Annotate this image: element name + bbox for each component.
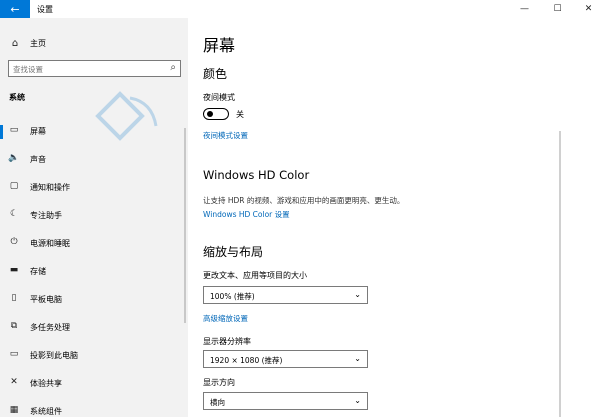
night-mode-settings-link[interactable]: 夜间模式设置: [203, 130, 248, 141]
chevron-down-icon: ⌄: [354, 396, 361, 405]
toggle-knob: [207, 111, 213, 117]
sidebar-item-tablet[interactable]: ▯ 平板电脑: [0, 290, 188, 310]
sidebar-item-monitor[interactable]: ▭ 屏幕: [0, 122, 188, 142]
sidebar-item-components[interactable]: ▦ 系统组件: [0, 402, 188, 417]
title-bar: ← 设置 — ☐ ✕: [0, 0, 600, 18]
home-icon: ⌂: [11, 37, 19, 49]
sidebar-item-speaker[interactable]: 🔈 声音: [0, 150, 188, 170]
back-arrow-icon: ←: [10, 2, 20, 16]
scale-layout-heading: 缩放与布局: [203, 245, 264, 259]
maximize-icon: ☐: [553, 4, 562, 14]
sidebar-item-moon[interactable]: ☾ 专注助手: [0, 206, 188, 226]
back-button[interactable]: ←: [0, 0, 30, 18]
section-label: 系统: [9, 93, 25, 102]
sidebar-item-power[interactable]: ⏻ 电源和睡眠: [0, 234, 188, 254]
sidebar-item-label: 声音: [30, 155, 46, 164]
hd-color-description: 让支持 HDR 的视频、游戏和应用中的画面更明亮、更生动。: [203, 196, 405, 205]
advanced-scaling-link[interactable]: 高级缩放设置: [203, 313, 248, 324]
search-box[interactable]: ⌕: [8, 60, 181, 77]
share-icon: ✕: [10, 377, 18, 387]
night-mode-label: 夜间模式: [203, 93, 235, 102]
sidebar-item-label: 多任务处理: [30, 323, 70, 332]
storage-icon: ▬: [9, 265, 19, 275]
search-icon[interactable]: ⌕: [170, 62, 176, 73]
sidebar-item-label: 系统组件: [30, 407, 62, 416]
sidebar-item-label: 投影到此电脑: [30, 351, 78, 360]
speaker-icon: 🔈: [8, 153, 20, 163]
watermark-logo: [95, 91, 158, 141]
main-content: 屏幕 颜色 夜间模式 关 夜间模式设置 Windows HD Color 让支持…: [188, 18, 600, 417]
minimize-button[interactable]: —: [509, 0, 540, 18]
resolution-label: 显示器分辨率: [203, 337, 251, 346]
resolution-dropdown[interactable]: 1920 × 1080 (推荐) ⌄: [203, 350, 368, 368]
hd-color-heading: Windows HD Color: [203, 168, 310, 182]
scale-label: 更改文本、应用等项目的大小: [203, 271, 307, 280]
sidebar-item-label: 体验共享: [30, 379, 62, 388]
project-icon: ▭: [9, 349, 19, 359]
sidebar-item-label: 专注助手: [30, 211, 62, 220]
sidebar-item-share[interactable]: ✕ 体验共享: [0, 374, 188, 394]
orientation-label: 显示方向: [203, 378, 235, 387]
tablet-icon: ▯: [11, 293, 17, 303]
sidebar-item-label: 屏幕: [30, 127, 46, 136]
sidebar-scrollbar[interactable]: [184, 128, 186, 323]
chevron-down-icon: ⌄: [354, 290, 361, 299]
night-mode-toggle[interactable]: [203, 108, 229, 120]
hd-color-settings-link[interactable]: Windows HD Color 设置: [203, 209, 290, 220]
sidebar-item-storage[interactable]: ▬ 存储: [0, 262, 188, 282]
chevron-down-icon: ⌄: [354, 354, 361, 363]
multitask-icon: ⧉: [10, 321, 18, 331]
resolution-value: 1920 × 1080 (推荐): [210, 356, 283, 365]
home-label: 主页: [30, 38, 46, 48]
orientation-value: 横向: [210, 398, 225, 407]
close-icon: ✕: [584, 4, 593, 14]
orientation-dropdown[interactable]: 横向 ⌄: [203, 392, 368, 410]
sidebar-item-label: 通知和操作: [30, 183, 70, 192]
search-input[interactable]: [13, 63, 158, 75]
sidebar-item-notification[interactable]: ▢ 通知和操作: [0, 178, 188, 198]
monitor-icon: ▭: [9, 125, 19, 135]
notification-icon: ▢: [9, 181, 19, 191]
scale-dropdown[interactable]: 100% (推荐) ⌄: [203, 286, 368, 304]
sidebar-item-project[interactable]: ▭ 投影到此电脑: [0, 346, 188, 366]
sidebar: ⌂ 主页 ⌕ 系统 ▭ 屏幕 🔈 声音 ▢ 通知和操作 ☾ 专注助手 ⏻ 电源和睡眠 ▬ 存储 ▯ 平板电…: [0, 18, 188, 417]
minimize-icon: —: [520, 4, 529, 14]
night-mode-state: 关: [236, 110, 244, 119]
sidebar-item-label: 存储: [30, 267, 46, 276]
page-title: 屏幕: [203, 36, 236, 55]
moon-icon: ☾: [9, 209, 19, 219]
main-scrollbar[interactable]: [559, 131, 561, 417]
color-heading: 颜色: [203, 67, 228, 81]
power-icon: ⏻: [10, 237, 18, 247]
close-button[interactable]: ✕: [573, 0, 600, 18]
sidebar-item-label: 平板电脑: [30, 295, 62, 304]
window-title: 设置: [37, 5, 53, 14]
sidebar-item-multitask[interactable]: ⧉ 多任务处理: [0, 318, 188, 338]
sidebar-item-home[interactable]: ⌂ 主页: [0, 34, 188, 52]
maximize-button[interactable]: ☐: [542, 0, 573, 18]
components-icon: ▦: [9, 405, 19, 415]
scale-value: 100% (推荐): [210, 292, 255, 301]
sidebar-item-label: 电源和睡眠: [30, 239, 70, 248]
